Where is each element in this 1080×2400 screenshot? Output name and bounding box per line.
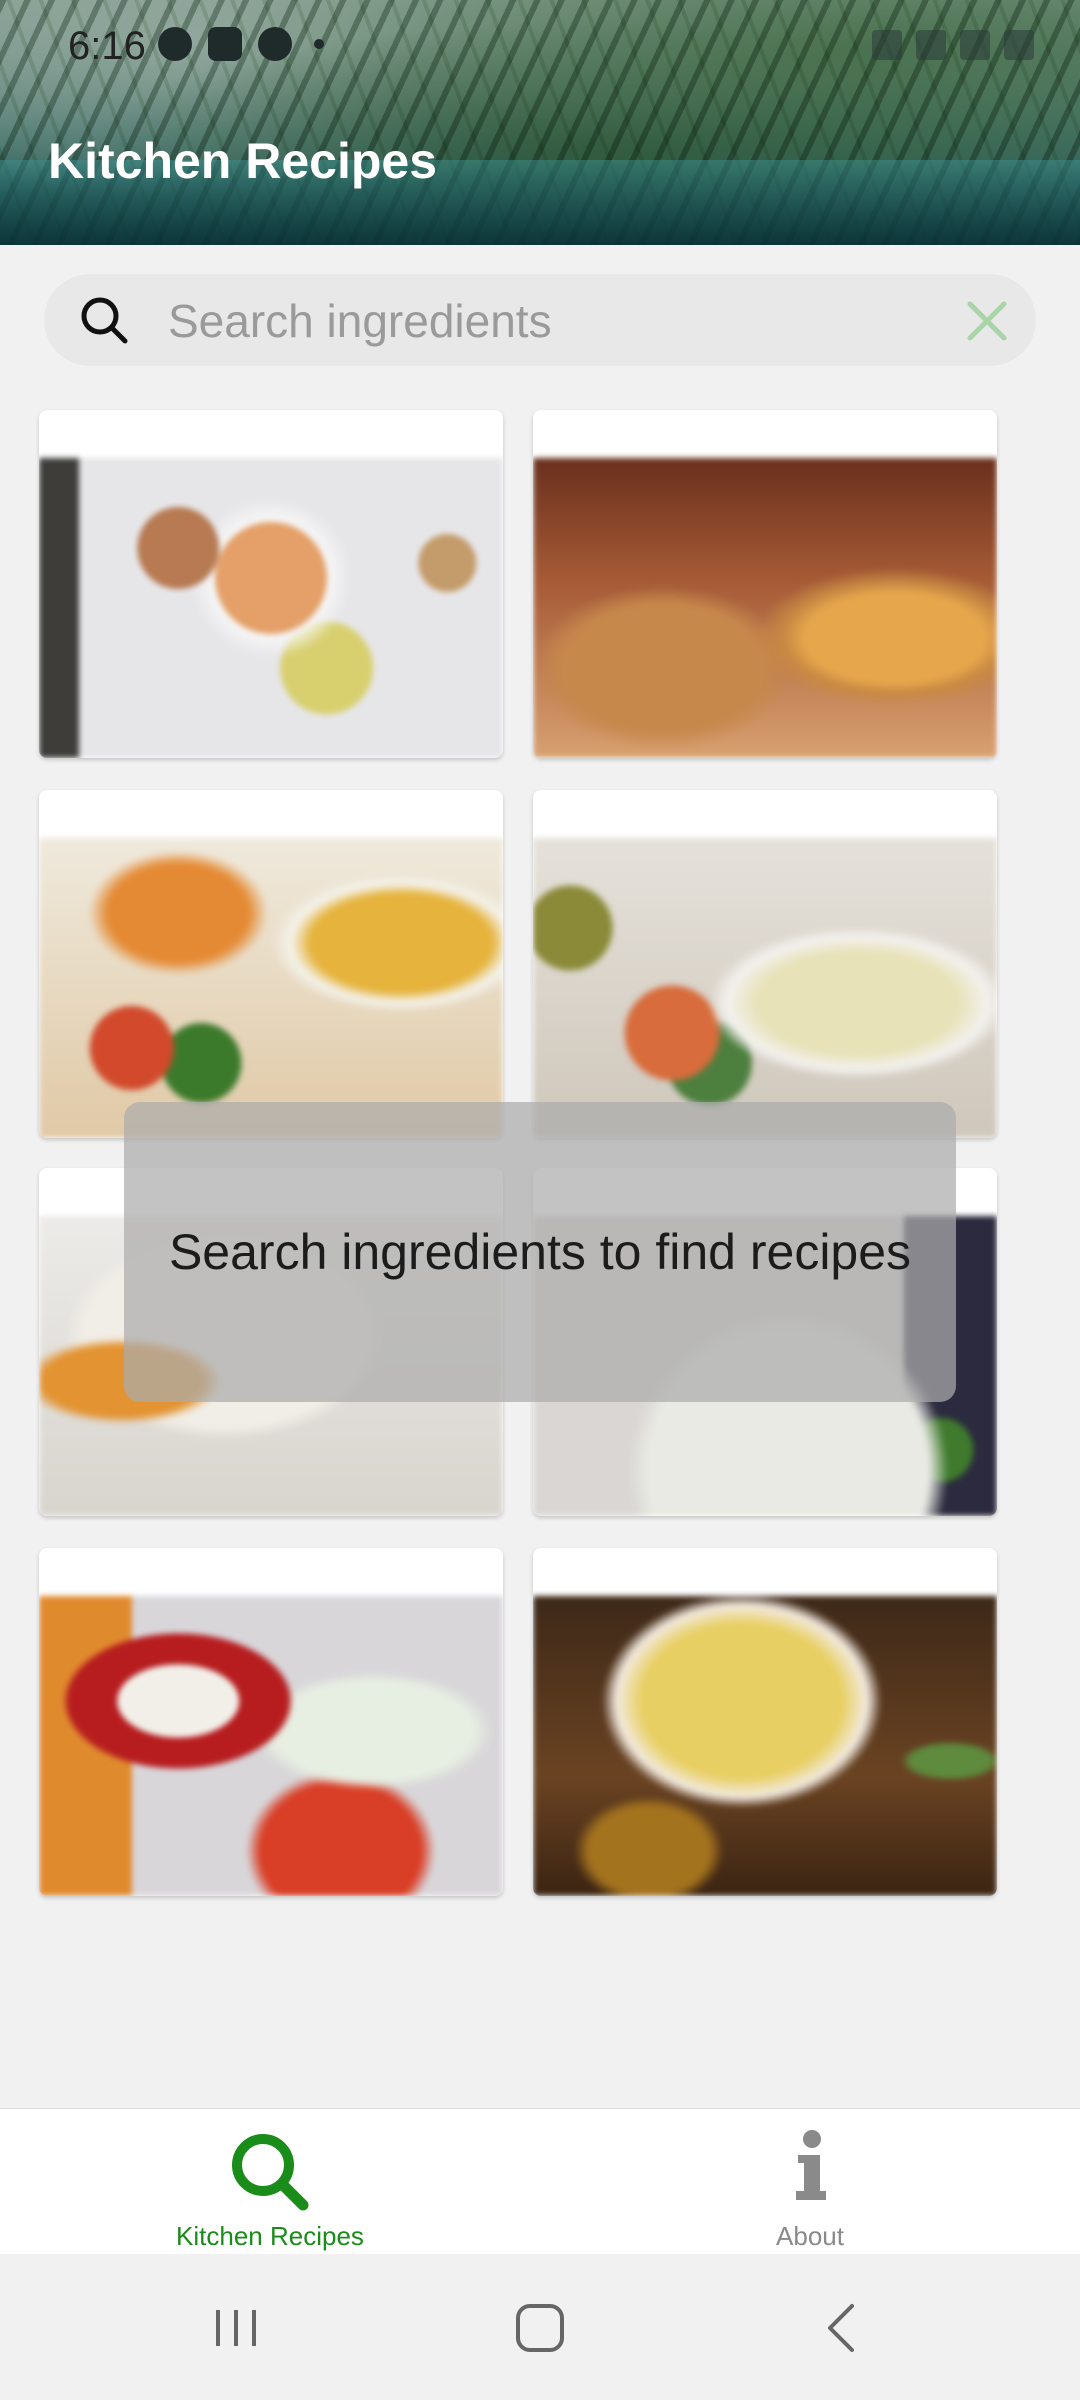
- tab-about[interactable]: About: [540, 2109, 1080, 2255]
- tab-kitchen-recipes[interactable]: Kitchen Recipes: [0, 2109, 540, 2255]
- recipe-image: [39, 838, 503, 1138]
- wifi-icon: [916, 30, 946, 60]
- clear-icon[interactable]: [962, 296, 1012, 346]
- recipe-card[interactable]: [533, 410, 997, 758]
- bottom-navigation: Kitchen Recipes About: [0, 2108, 1080, 2255]
- back-button[interactable]: [812, 2298, 872, 2358]
- toast-text: Search ingredients to find recipes: [168, 1224, 912, 1280]
- status-time: 6:16: [68, 24, 146, 68]
- app-header: 6:16 Kitchen Recipes: [0, 0, 1080, 245]
- recipe-card[interactable]: [533, 790, 997, 1138]
- system-navigation-bar: [0, 2254, 1080, 2400]
- recipe-card[interactable]: [39, 790, 503, 1138]
- mute-icon: [872, 30, 902, 60]
- recipe-image: [39, 458, 503, 758]
- notification-icons: [158, 27, 324, 61]
- toast-message: Search ingredients to find recipes: [124, 1102, 956, 1402]
- search-icon: [81, 297, 128, 344]
- page-title: Kitchen Recipes: [48, 133, 438, 189]
- recipe-card[interactable]: [39, 1548, 503, 1896]
- search-icon: [232, 2134, 309, 2211]
- threads-icon: [158, 27, 192, 61]
- chrome-icon: [258, 27, 292, 61]
- tab-label: About: [776, 2221, 844, 2251]
- recipe-card[interactable]: [533, 1548, 997, 1896]
- recipe-card[interactable]: [39, 410, 503, 758]
- info-icon: [796, 2130, 826, 2200]
- dot-icon: [314, 39, 324, 49]
- discord-icon: [208, 27, 242, 61]
- recipe-image: [39, 1596, 503, 1896]
- signal-icon: [960, 30, 990, 60]
- recipe-image: [533, 458, 997, 758]
- system-status-icons: [872, 30, 1034, 60]
- tab-label: Kitchen Recipes: [176, 2221, 364, 2251]
- search-input[interactable]: [166, 274, 950, 368]
- search-bar[interactable]: [44, 274, 1036, 368]
- home-button[interactable]: [510, 2298, 570, 2358]
- recipe-image: [533, 1596, 997, 1896]
- recents-button[interactable]: [206, 2298, 266, 2358]
- recipe-image: [533, 838, 997, 1138]
- battery-icon: [1004, 30, 1034, 60]
